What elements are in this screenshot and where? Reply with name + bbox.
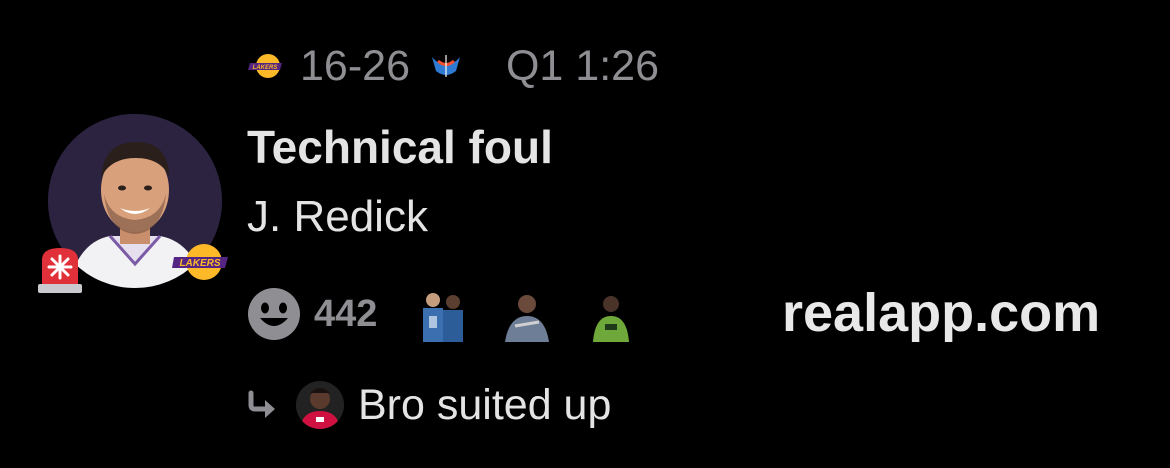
team-badge-lakers-icon: LAKERS	[172, 238, 230, 286]
game-scoreline[interactable]: LAKERS 16-26 Q1 1:26	[246, 40, 659, 92]
reply-preview[interactable]: Bro suited up	[246, 378, 611, 432]
reply-user-avatar[interactable]	[296, 381, 344, 429]
smile-icon[interactable]	[246, 286, 302, 342]
svg-text:LAKERS: LAKERS	[179, 258, 220, 269]
player-name[interactable]: J. Redick	[247, 192, 428, 242]
reaction-gif-thumbnail[interactable]	[583, 286, 640, 342]
siren-icon	[36, 244, 84, 296]
watermark: realapp.com	[782, 283, 1101, 343]
lakers-logo-icon: LAKERS	[246, 51, 286, 81]
thunder-logo-icon	[426, 51, 466, 81]
reaction-count[interactable]: 442	[314, 293, 377, 336]
reaction-gif-thumbnail[interactable]	[415, 286, 472, 342]
reply-text: Bro suited up	[358, 380, 612, 429]
reply-arrow-icon	[246, 390, 280, 420]
svg-text:LAKERS: LAKERS	[253, 65, 278, 71]
period-clock: Q1 1:26	[505, 41, 659, 90]
reaction-gif-thumbnail[interactable]	[499, 286, 556, 342]
score: 16-26	[300, 41, 410, 90]
event-title: Technical foul	[247, 121, 553, 173]
reaction-thumbnails	[415, 286, 667, 342]
reaction-bar: 442	[246, 286, 667, 342]
